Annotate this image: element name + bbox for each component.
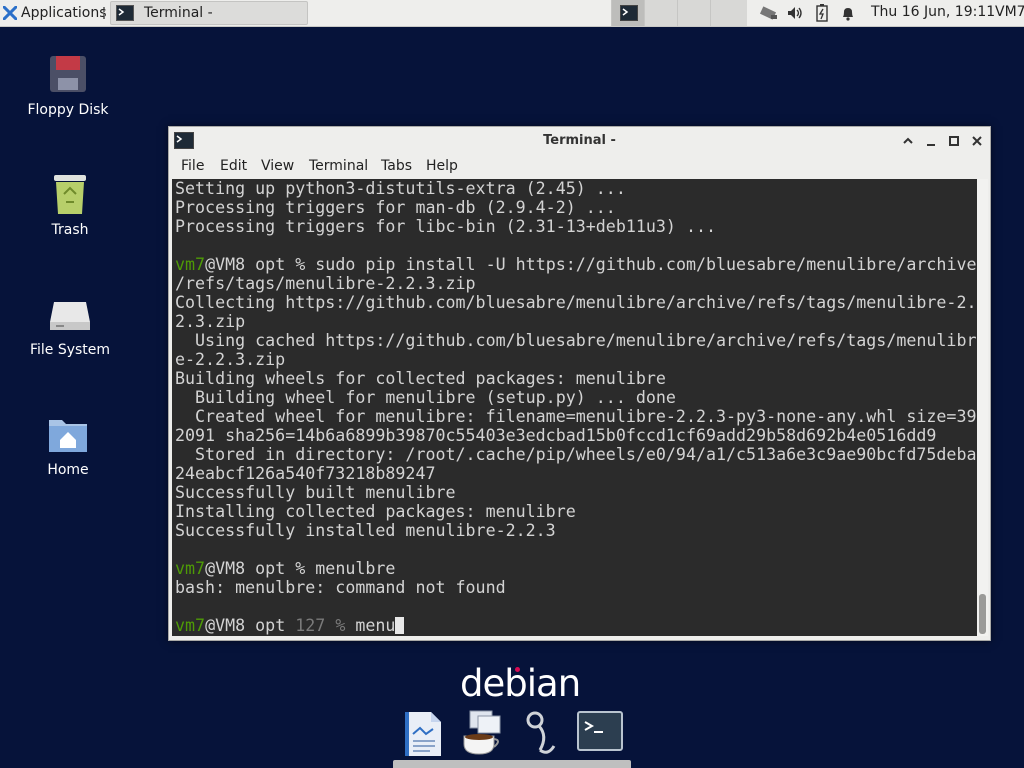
terminal-output[interactable]: Setting up python3-distutils-extra (2.45…: [172, 179, 977, 636]
xfce-logo-icon: [3, 6, 17, 20]
panel-separator: [103, 7, 107, 19]
terminal-line: 24eabcf126a540f73218b89247: [175, 464, 436, 483]
terminal-line: vm7@VM8 opt % sudo pip install -U https:…: [175, 255, 977, 274]
chevron-up-icon: [903, 137, 913, 144]
trash-icon: [48, 172, 92, 216]
menu-file[interactable]: File: [181, 158, 204, 174]
prompt-user: vm7: [175, 616, 206, 635]
terminal-line: Successfully built menulibre: [175, 483, 456, 502]
panel-user[interactable]: VM7: [995, 4, 1024, 20]
desktop-icon-trash[interactable]: Trash: [15, 172, 125, 238]
scrollbar-thumb[interactable]: [979, 594, 986, 634]
text-cursor: [395, 617, 405, 634]
desktop-icon-label: Home: [47, 462, 89, 478]
battery-icon[interactable]: [813, 4, 831, 22]
prompt-host: @VM8 opt: [205, 559, 296, 578]
debian-logo: debian: [460, 662, 581, 705]
terminal-line: /refs/tags/menulibre-2.2.3.zip: [175, 274, 476, 293]
desktop-icon-home[interactable]: Home: [13, 412, 123, 478]
dock-text-editor[interactable]: [400, 710, 446, 756]
terminal-line: vm7@VM8 opt % menulbre: [175, 559, 395, 578]
terminal-line: Setting up python3-distutils-extra (2.45…: [175, 179, 626, 198]
panel-clock[interactable]: Thu 16 Jun, 19:11: [871, 4, 995, 20]
terminal-line: 2091 sha256=14b6a6899b39870c55403e3edcba…: [175, 426, 937, 445]
window-titlebar[interactable]: Terminal -: [169, 127, 990, 155]
prompt-symbol: %: [295, 559, 316, 578]
floppy-disk-icon: [46, 52, 90, 96]
notification-bell-icon[interactable]: [839, 4, 857, 22]
hard-drive-icon: [48, 292, 92, 336]
window-shade-button[interactable]: [900, 133, 916, 149]
dock-bar: [393, 760, 631, 768]
applications-label: Applications: [21, 5, 107, 21]
search-magnifier-icon: [526, 711, 556, 754]
command-text: sudo pip install -U https://github.com/b…: [315, 255, 977, 274]
terminal-line: Building wheel for menulibre (setup.py) …: [175, 388, 676, 407]
terminal-line: Processing triggers for man-db (2.9.4-2)…: [175, 198, 616, 217]
terminal-line: Created wheel for menulibre: filename=me…: [175, 407, 977, 426]
volume-icon[interactable]: [786, 4, 804, 22]
prompt-symbol: %: [335, 616, 356, 635]
terminal-line: Collecting https://github.com/bluesabre/…: [175, 293, 977, 312]
workspace-4[interactable]: [710, 0, 747, 26]
terminal-icon: [620, 5, 638, 21]
menu-view[interactable]: View: [261, 158, 294, 174]
terminal-line: vm7@VM8 opt 127 % menu: [175, 616, 405, 635]
menu-tabs[interactable]: Tabs: [381, 158, 412, 174]
menu-edit[interactable]: Edit: [220, 158, 247, 174]
terminal-line: bash: menulbre: command not found: [175, 578, 506, 597]
prompt-user: vm7: [175, 559, 206, 578]
desktop-icon-floppy[interactable]: Floppy Disk: [13, 52, 123, 118]
text-editor-icon: [405, 712, 441, 756]
maximize-button[interactable]: [946, 133, 962, 149]
terminal-icon: [116, 5, 134, 21]
home-folder-icon: [46, 412, 90, 456]
terminal-line: Successfully installed menulibre-2.2.3: [175, 521, 556, 540]
window-title: Terminal -: [543, 133, 616, 148]
window-menubar: File Edit View Terminal Tabs Help: [169, 155, 990, 179]
dock-java[interactable]: [458, 710, 504, 756]
maximize-icon: [949, 136, 959, 146]
dock-terminal[interactable]: [577, 710, 623, 756]
terminal-text: Setting up python3-distutils-extra (2.45…: [175, 179, 977, 635]
workspace-1[interactable]: [611, 0, 644, 26]
command-text: menulbre: [315, 559, 396, 578]
prompt-symbol: %: [295, 255, 316, 274]
desktop-icon-label: Floppy Disk: [27, 102, 109, 118]
prompt-exit-code: 127: [295, 616, 336, 635]
minimize-button[interactable]: [923, 133, 939, 149]
close-icon: [972, 136, 982, 146]
dock-search[interactable]: [522, 710, 568, 756]
taskbar-terminal-button[interactable]: Terminal -: [110, 1, 308, 25]
minimize-icon: [927, 144, 935, 146]
taskbar-terminal-title: Terminal -: [144, 5, 213, 21]
prompt-user: vm7: [175, 255, 206, 274]
workspace-3[interactable]: [677, 0, 710, 26]
terminal-line: e-2.2.3.zip: [175, 350, 286, 369]
top-panel: Applications Terminal - Thu 16 Jun, 19:1…: [0, 0, 1024, 27]
terminal-line: Using cached https://github.com/bluesabr…: [175, 331, 977, 350]
terminal-scrollbar[interactable]: [977, 179, 988, 636]
java-coffee-icon: [463, 710, 501, 755]
prompt-host: @VM8 opt: [205, 616, 296, 635]
workspace-2[interactable]: [644, 0, 677, 26]
terminal-line: 2.3.zip: [175, 312, 246, 331]
terminal-icon: [577, 711, 623, 751]
desktop-icon-label: File System: [29, 342, 111, 358]
terminal-line: Stored in directory: /root/.cache/pip/wh…: [175, 445, 977, 464]
terminal-line: Installing collected packages: menulibre: [175, 502, 576, 521]
menu-terminal[interactable]: Terminal: [309, 158, 368, 174]
terminal-line: Building wheels for collected packages: …: [175, 369, 666, 388]
terminal-window: Terminal - File Edit View Terminal Tabs …: [168, 126, 991, 641]
command-text: menu: [355, 616, 396, 635]
desktop-icon-filesystem[interactable]: File System: [15, 292, 125, 358]
terminal-line: Processing triggers for libc-bin (2.31-1…: [175, 217, 716, 236]
close-button[interactable]: [969, 133, 985, 149]
network-icon[interactable]: [759, 4, 779, 22]
menu-help[interactable]: Help: [426, 158, 458, 174]
applications-menu-button[interactable]: Applications: [0, 0, 107, 26]
desktop-icon-label: Trash: [51, 222, 89, 238]
prompt-host: @VM8 opt: [205, 255, 296, 274]
debian-logo-dot: [515, 667, 520, 672]
